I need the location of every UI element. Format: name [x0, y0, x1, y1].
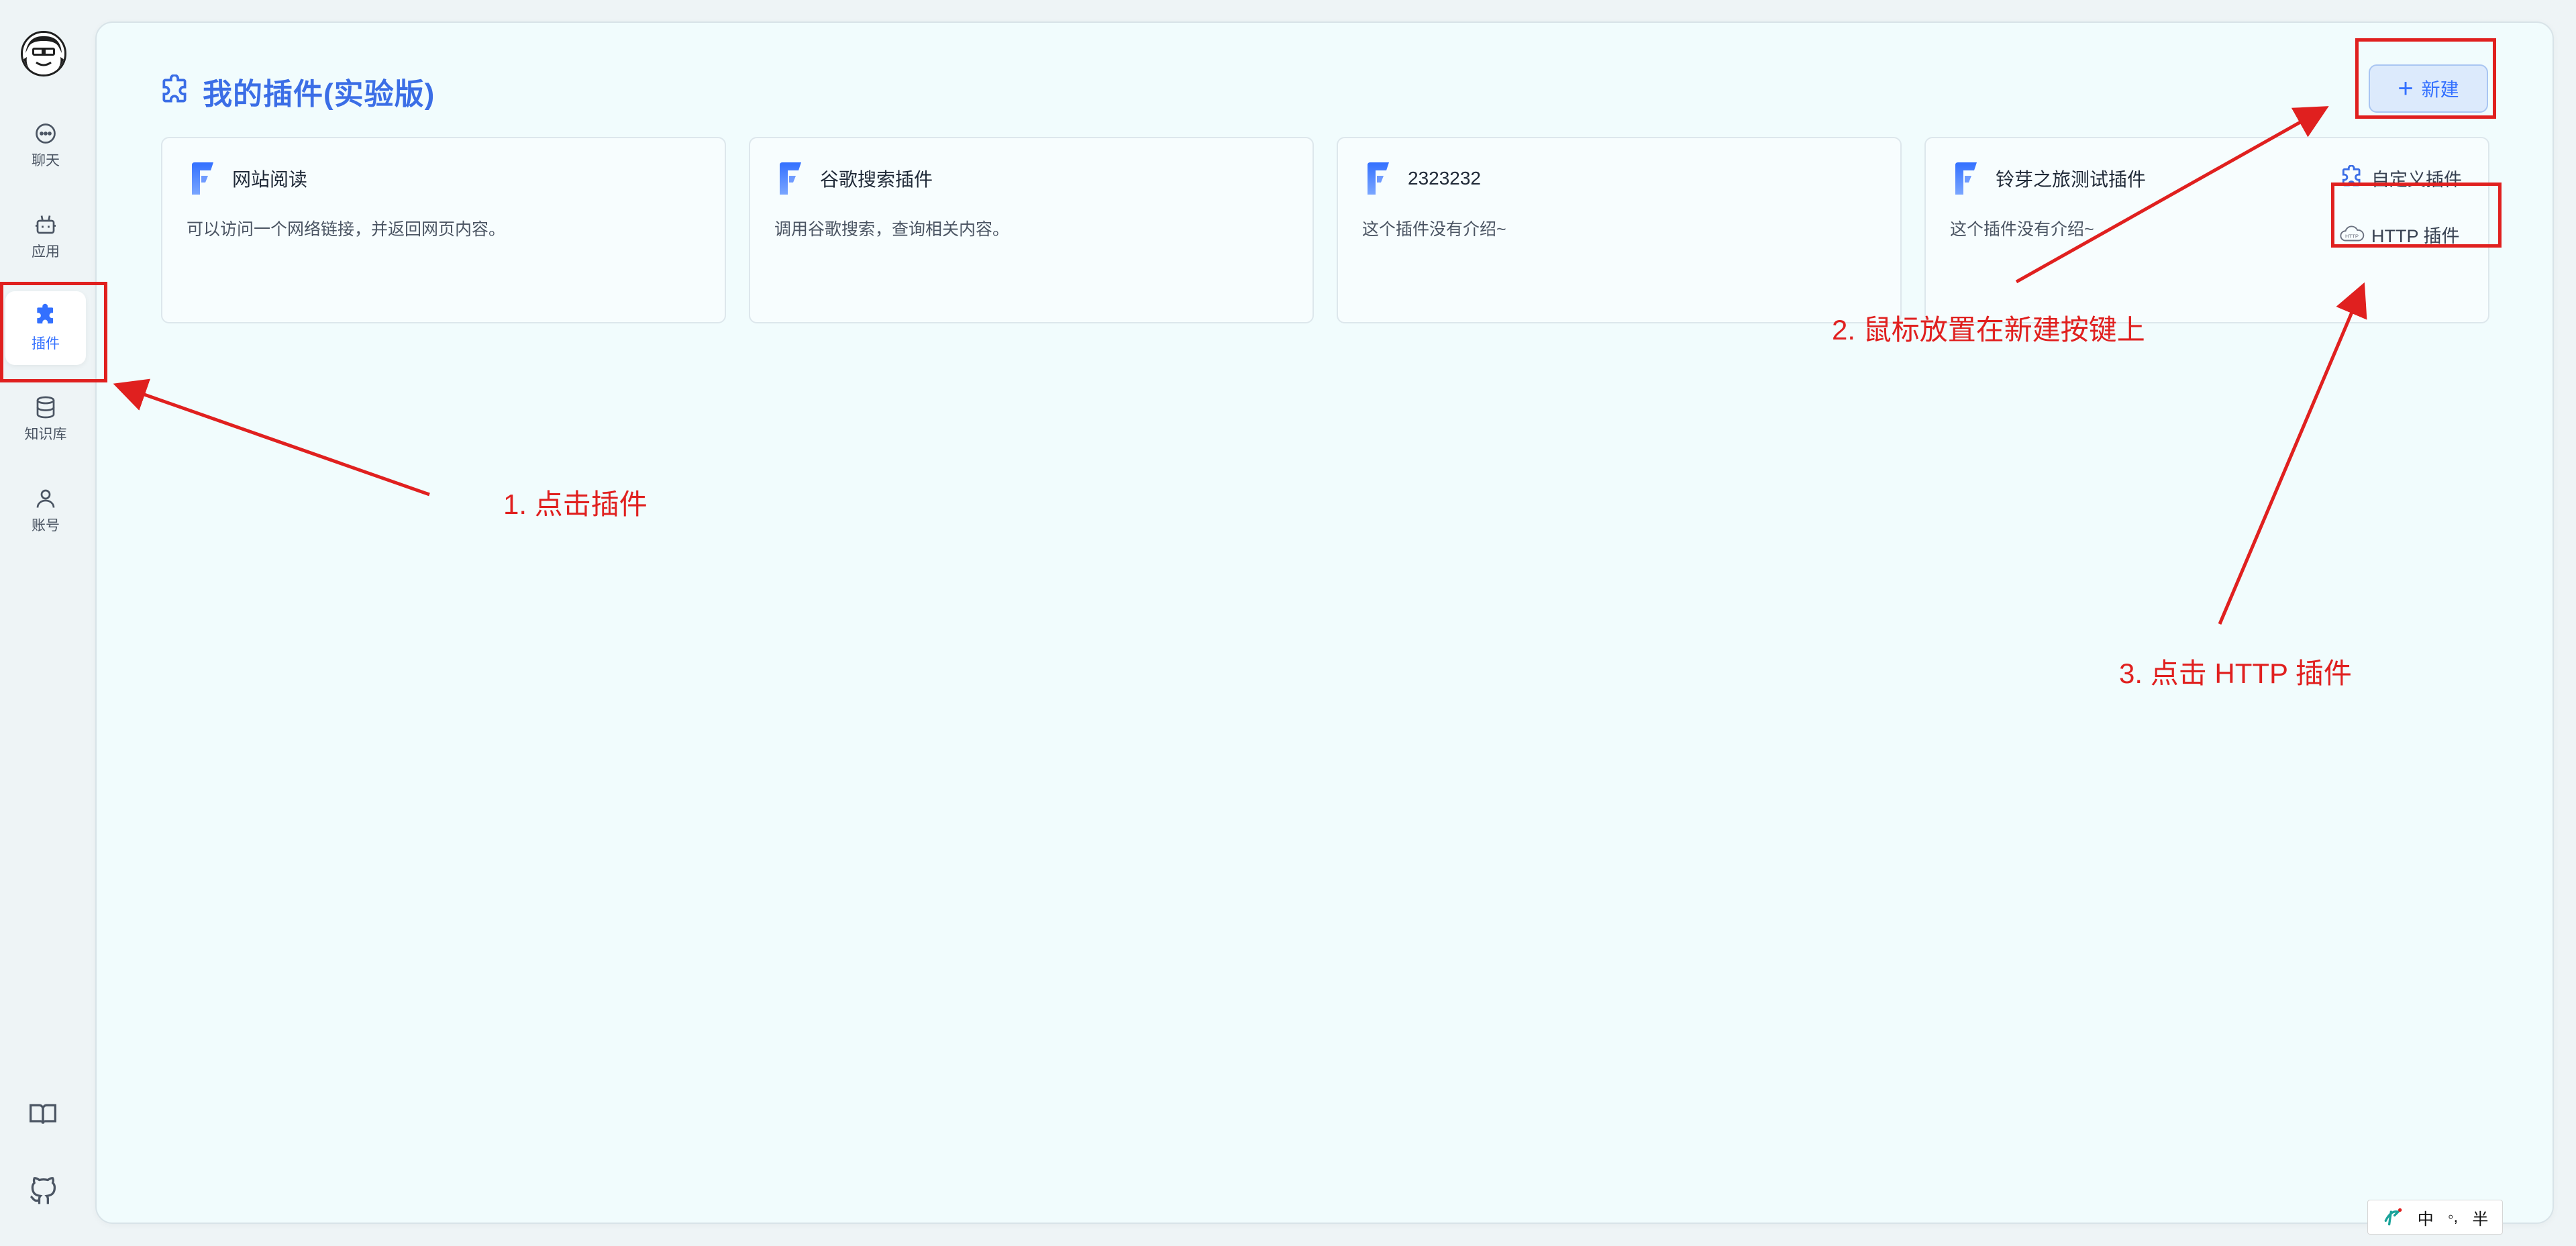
plugin-description: 可以访问一个网络链接，并返回网页内容。 — [187, 216, 505, 240]
ime-toolbar[interactable]: 中 ◦, 半 — [2367, 1200, 2503, 1235]
sidebar-item-chat[interactable]: 聊天 — [5, 109, 86, 183]
plugin-logo-icon — [1365, 162, 1392, 195]
plugin-description: 这个插件没有介绍~ — [1362, 216, 1506, 240]
plugin-card[interactable]: 网站阅读 可以访问一个网络链接，并返回网页内容。 — [161, 137, 726, 323]
plugin-logo-icon — [189, 162, 216, 195]
database-icon — [34, 395, 58, 419]
ime-mode[interactable]: 中 — [2418, 1206, 2434, 1229]
plugin-logo-icon — [777, 162, 804, 195]
annotation-step1: 1. 点击插件 — [503, 482, 648, 523]
page-title: 我的插件(实验版) — [158, 70, 435, 113]
annotation-step3: 3. 点击 HTTP 插件 — [2119, 651, 2352, 692]
sidebar: 聊天 应用 插件 知识库 — [0, 0, 91, 1246]
github-icon — [28, 1177, 58, 1206]
ime-logo-icon — [2382, 1206, 2404, 1228]
chat-icon — [34, 121, 58, 146]
plugin-name: 铃芽之旅测试插件 — [1996, 165, 2146, 192]
sidebar-item-label: 聊天 — [32, 150, 60, 170]
highlight-box-plugins — [0, 282, 107, 382]
sidebar-item-account[interactable]: 账号 — [5, 474, 86, 548]
puzzle-icon — [158, 74, 192, 108]
plugin-description: 这个插件没有介绍~ — [1950, 216, 2094, 240]
user-icon — [34, 486, 58, 511]
plugin-name: 2323232 — [1408, 168, 1481, 189]
plugin-name: 谷歌搜索插件 — [820, 165, 933, 192]
avatar[interactable] — [21, 31, 66, 76]
plugin-description: 调用谷歌搜索，查询相关内容。 — [774, 216, 1009, 240]
sidebar-item-apps[interactable]: 应用 — [5, 200, 86, 274]
sidebar-item-label: 应用 — [32, 241, 60, 261]
sidebar-item-label: 知识库 — [25, 423, 67, 444]
sidebar-item-knowledge[interactable]: 知识库 — [5, 382, 86, 456]
plugin-logo-icon — [1953, 162, 1979, 195]
plugin-name: 网站阅读 — [232, 165, 307, 192]
highlight-box-new-button — [2355, 38, 2496, 119]
highlight-box-http-plugin — [2331, 183, 2502, 248]
book-icon — [28, 1099, 58, 1129]
plugin-card[interactable]: 谷歌搜索插件 调用谷歌搜索，查询相关内容。 — [749, 137, 1314, 323]
app-root: 聊天 应用 插件 知识库 — [0, 0, 2576, 1246]
main-panel: 我的插件(实验版) 网站阅读 可以访问一个网络链接，并返回网页内容。 谷歌搜索 — [95, 21, 2554, 1224]
ime-punct[interactable]: ◦, — [2448, 1208, 2458, 1227]
page-title-text: 我的插件(实验版) — [203, 70, 435, 113]
plugin-card[interactable]: 2323232 这个插件没有介绍~ — [1337, 137, 1902, 323]
annotation-step2: 2. 鼠标放置在新建按键上 — [1832, 307, 2145, 348]
ime-width[interactable]: 半 — [2472, 1206, 2488, 1229]
sidebar-item-label: 账号 — [32, 515, 60, 535]
github-link[interactable] — [25, 1174, 60, 1209]
robot-icon — [34, 213, 58, 237]
docs-link[interactable] — [25, 1096, 60, 1131]
